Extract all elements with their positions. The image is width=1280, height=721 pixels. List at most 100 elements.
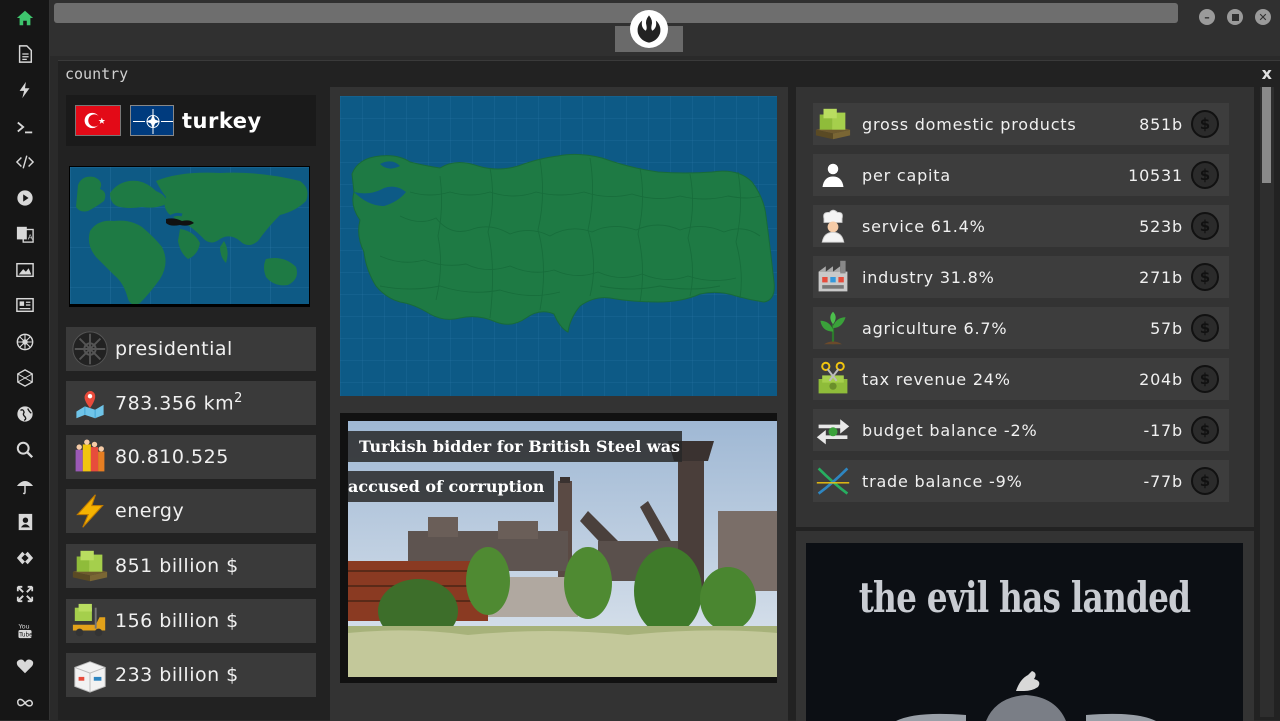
- center-panel: Turkish bidder for British Steel was acc…: [330, 87, 788, 721]
- panel-scrollbar[interactable]: [1260, 87, 1274, 717]
- dollar-icon[interactable]: $: [1191, 365, 1219, 393]
- factory-icon: [813, 257, 853, 297]
- search-icon[interactable]: [12, 437, 38, 463]
- dollar-icon[interactable]: $: [1191, 467, 1219, 495]
- contacts-icon[interactable]: [12, 509, 38, 535]
- heart-icon[interactable]: [12, 653, 38, 679]
- world-minimap[interactable]: [69, 166, 310, 307]
- hexagon-icon[interactable]: [12, 365, 38, 391]
- minimize-icon[interactable]: –: [1199, 9, 1215, 25]
- country-window: country x turkey presidential 783.356 km…: [58, 60, 1280, 721]
- address-bar[interactable]: [54, 3, 1178, 23]
- play-icon[interactable]: [12, 185, 38, 211]
- dove-statue-image: [896, 671, 1156, 721]
- translate-icon[interactable]: A: [12, 221, 38, 247]
- home-icon[interactable]: [12, 5, 38, 31]
- government-card[interactable]: presidential: [66, 327, 316, 371]
- dollar-icon[interactable]: $: [1191, 161, 1219, 189]
- stat-label: tax revenue 24%: [862, 369, 1011, 389]
- dollar-icon[interactable]: $: [1191, 263, 1219, 291]
- stat-value: 204b: [1139, 369, 1183, 389]
- stat-value: 271b: [1139, 267, 1183, 287]
- stat-value: -17b: [1143, 420, 1183, 440]
- svg-text:A: A: [28, 232, 33, 241]
- nato-flag-icon: [130, 105, 174, 136]
- diamond-link-icon[interactable]: [12, 545, 38, 571]
- population-value: 80.810.525: [115, 446, 229, 468]
- stat-value: 57b: [1150, 318, 1183, 338]
- resource-label: energy: [115, 500, 185, 522]
- dollar-icon[interactable]: $: [1191, 110, 1219, 138]
- infinity-icon[interactable]: [12, 690, 38, 716]
- gdp-value: 851 billion $: [115, 555, 239, 577]
- poster-title: the evil has landed: [858, 573, 1191, 622]
- area-number: 783.356 km: [115, 392, 235, 415]
- bolt-icon[interactable]: [12, 77, 38, 103]
- top-bar: – ✕: [50, 0, 1280, 56]
- youtube-icon[interactable]: You Tube: [12, 617, 38, 643]
- dollar-icon[interactable]: $: [1191, 212, 1219, 240]
- money-stack-icon: [813, 104, 853, 144]
- close-window-button[interactable]: x: [1262, 64, 1272, 83]
- svg-text:Tube: Tube: [18, 633, 33, 639]
- document-icon[interactable]: [12, 41, 38, 67]
- image-icon[interactable]: [12, 257, 38, 283]
- stat-row-budget-balance[interactable]: budget balance -2% -17b $: [813, 409, 1229, 451]
- rebel-alliance-icon[interactable]: [630, 10, 668, 48]
- stat-label: industry 31.8%: [862, 267, 995, 287]
- stat-label: agriculture 6.7%: [862, 318, 1008, 338]
- news-icon[interactable]: [12, 292, 38, 318]
- person-icon: [813, 155, 853, 195]
- umbrella-icon[interactable]: [12, 473, 38, 499]
- stat-row-industry[interactable]: industry 31.8% 271b $: [813, 256, 1229, 298]
- government-label: presidential: [115, 338, 233, 360]
- population-card[interactable]: 80.810.525: [66, 435, 316, 479]
- stat-label: per capita: [862, 165, 951, 185]
- area-card[interactable]: 783.356 km2: [66, 381, 316, 425]
- code-icon[interactable]: [12, 149, 38, 175]
- imports-value: 233 billion $: [115, 664, 239, 686]
- news-headline-line1[interactable]: Turkish bidder for British Steel was: [348, 431, 683, 462]
- area-unit-superscript: 2: [234, 391, 243, 407]
- area-value: 783.356 km2: [115, 391, 243, 414]
- movie-poster[interactable]: the evil has landed: [806, 543, 1243, 721]
- money-stack-icon: [70, 546, 110, 586]
- stat-row-service[interactable]: service 61.4% 523b $: [813, 205, 1229, 247]
- news-article[interactable]: Turkish bidder for British Steel was acc…: [340, 413, 777, 683]
- terminal-icon[interactable]: [12, 114, 38, 140]
- stat-value: 523b: [1139, 216, 1183, 236]
- stat-value: 10531: [1128, 165, 1183, 185]
- plant-icon: [813, 308, 853, 348]
- gdp-card[interactable]: 851 billion $: [66, 544, 316, 588]
- exports-card[interactable]: 156 billion $: [66, 599, 316, 643]
- economy-stats-panel: gross domestic products 851b $ per capit…: [796, 87, 1254, 527]
- country-map[interactable]: [340, 96, 777, 396]
- empire-emblem-icon: [70, 329, 110, 369]
- maximize-icon[interactable]: [1227, 9, 1243, 25]
- globe-icon[interactable]: [12, 401, 38, 427]
- dollar-icon[interactable]: $: [1191, 314, 1219, 342]
- stat-row-gdp[interactable]: gross domestic products 851b $: [813, 103, 1229, 145]
- expand-icon[interactable]: [12, 581, 38, 607]
- tax-scissors-icon: [813, 359, 853, 399]
- resource-card[interactable]: energy: [66, 489, 316, 533]
- dollar-icon[interactable]: $: [1191, 416, 1219, 444]
- stat-row-tax-revenue[interactable]: tax revenue 24% 204b $: [813, 358, 1229, 400]
- energy-bolt-icon: [70, 491, 110, 531]
- empire-icon[interactable]: [12, 329, 38, 355]
- country-name: turkey: [182, 108, 262, 133]
- stat-label: gross domestic products: [862, 114, 1077, 134]
- stat-row-agriculture[interactable]: agriculture 6.7% 57b $: [813, 307, 1229, 349]
- forklift-money-icon: [70, 601, 110, 641]
- map-pin-icon: [70, 383, 110, 423]
- balance-arrows-icon: [813, 410, 853, 450]
- stat-label: trade balance -9%: [862, 471, 1023, 491]
- cargo-boxes-icon: [70, 655, 110, 695]
- news-headline-line2[interactable]: accused of corruption: [348, 471, 555, 502]
- stat-row-trade-balance[interactable]: trade balance -9% -77b $: [813, 460, 1229, 502]
- imports-card[interactable]: 233 billion $: [66, 653, 316, 697]
- scrollbar-thumb[interactable]: [1262, 87, 1271, 183]
- close-app-icon[interactable]: ✕: [1255, 9, 1271, 25]
- chef-icon: [813, 206, 853, 246]
- stat-row-per-capita[interactable]: per capita 10531 $: [813, 154, 1229, 196]
